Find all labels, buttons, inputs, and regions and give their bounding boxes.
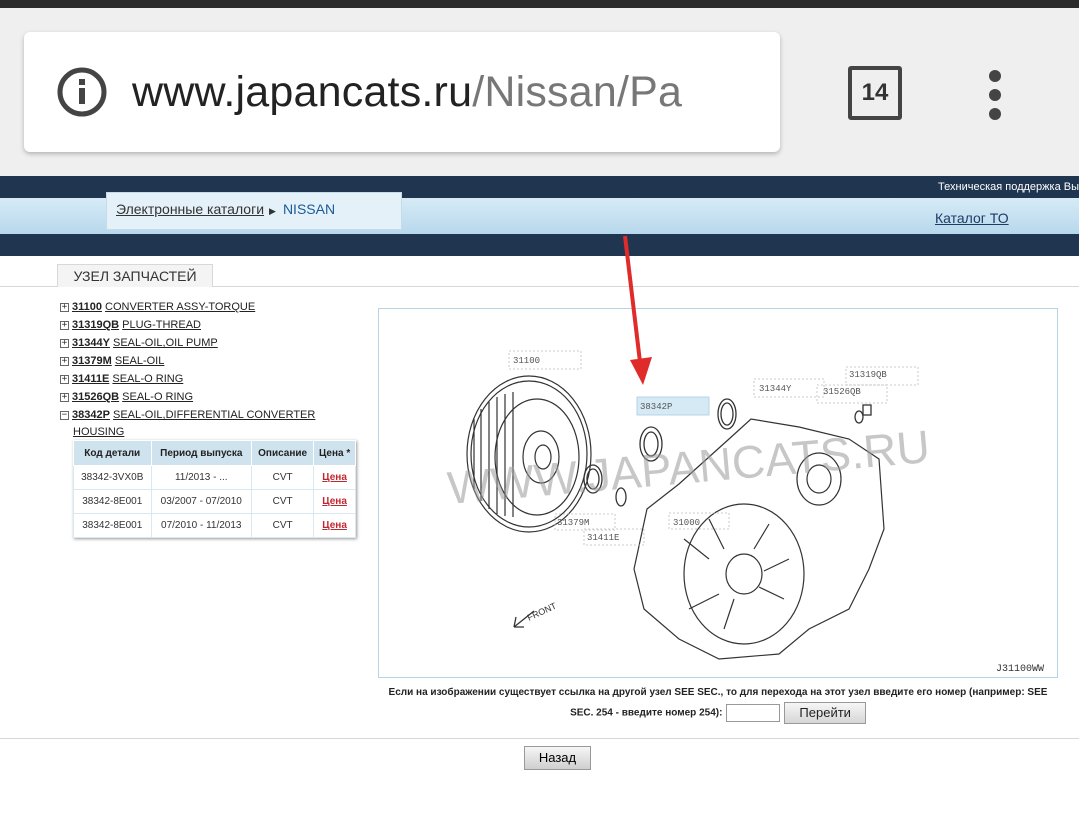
front-arrow-icon: FRONT: [513, 600, 559, 628]
col-header: Описание: [251, 440, 315, 466]
expand-icon[interactable]: +: [60, 356, 69, 366]
watermark: WWW.JAPANCATS.RU: [445, 420, 932, 514]
part-desc: CVT: [251, 513, 315, 538]
part-code: 38342-8E001: [73, 489, 152, 514]
label-31379m: 31379M: [557, 518, 589, 528]
label-31526qb: 31526QB: [823, 387, 861, 397]
parts-diagram[interactable]: 31100 38342P 31344Y 31319QB 31526QB 3137…: [378, 308, 1058, 678]
part-period: 07/2010 - 11/2013: [150, 513, 253, 538]
site-bottom-bar: [0, 234, 1079, 256]
status-bar: [0, 0, 1079, 8]
expand-icon[interactable]: +: [60, 302, 69, 312]
price-link[interactable]: Цена: [322, 520, 347, 531]
label-31411e: 31411E: [587, 533, 619, 543]
catalog-to-link[interactable]: Каталог ТО: [935, 210, 1009, 226]
url-host: www.japancats.ru: [132, 68, 473, 116]
table-row: 38342-8E001 03/2007 - 07/2010 CVT Цена: [73, 489, 356, 514]
col-header: Цена *: [313, 440, 356, 466]
tree-item-38342p-continued[interactable]: HOUSING: [60, 424, 315, 440]
tree-item-31411e[interactable]: +31411E SEAL-O RING: [60, 370, 315, 388]
part-desc: CVT: [251, 465, 315, 490]
url-path: /Nissan/Pa: [472, 68, 683, 116]
table-row: 38342-3VX0B 11/2013 - ... CVT Цена: [73, 465, 356, 490]
label-31319qb: 31319QB: [849, 370, 887, 380]
part-code: 38342-3VX0B: [73, 465, 152, 490]
overflow-menu-icon[interactable]: [985, 70, 1005, 130]
go-button[interactable]: Перейти: [784, 702, 866, 724]
part-code: 38342-8E001: [73, 513, 152, 538]
section-number-input[interactable]: [726, 704, 781, 722]
table-header-row: Код детали Период выпуска Описание Цена …: [73, 440, 356, 466]
label-31344y: 31344Y: [759, 384, 792, 394]
browser-chrome: www.japancats.ru/Nissan/Pa 14: [0, 8, 1079, 176]
expand-icon[interactable]: +: [60, 320, 69, 330]
tree-item-38342p[interactable]: −38342P SEAL-OIL,DIFFERENTIAL CONVERTER: [60, 406, 315, 424]
tree-item-31344y[interactable]: +31344Y SEAL-OIL,OIL PUMP: [60, 334, 315, 352]
part-period: 03/2007 - 07/2010: [150, 489, 253, 514]
part-period: 11/2013 - ...: [150, 465, 253, 490]
collapse-icon[interactable]: −: [60, 410, 69, 420]
diagram-code: J31100WW: [996, 664, 1044, 675]
see-sec-text: Если на изображении существует ссылка на…: [388, 687, 1048, 719]
label-31100: 31100: [513, 356, 540, 366]
tree-item-31379m[interactable]: +31379M SEAL-OIL: [60, 352, 315, 370]
expand-icon[interactable]: +: [60, 374, 69, 384]
diagram-svg: 31100 38342P 31344Y 31319QB 31526QB 3137…: [445, 350, 1044, 675]
col-header: Период выпуска: [150, 440, 253, 466]
expand-icon[interactable]: +: [60, 338, 69, 348]
back-button[interactable]: Назад: [524, 746, 591, 770]
breadcrumb-arrow-icon: ▶: [269, 206, 276, 216]
breadcrumb-catalogs-link[interactable]: Электронные каталоги: [116, 201, 264, 217]
tree-item-31319qb[interactable]: +31319QB PLUG-THREAD: [60, 316, 315, 334]
table-row: 38342-8E001 07/2010 - 11/2013 CVT Цена: [73, 513, 356, 538]
front-label: FRONT: [526, 600, 559, 622]
parts-tree: +31100 CONVERTER ASSY-TORQUE +31319QB PL…: [60, 298, 315, 440]
see-sec-form: Если на изображении существует ссылка на…: [380, 683, 1056, 724]
support-link[interactable]: Техническая поддержка Вы: [938, 181, 1079, 193]
label-38342p: 38342P: [640, 402, 672, 412]
col-header: Код детали: [73, 440, 152, 466]
expand-icon[interactable]: +: [60, 392, 69, 402]
url-text[interactable]: www.japancats.ru/Nissan/Pa: [132, 66, 682, 118]
tree-item-31526qb[interactable]: +31526QB SEAL-O RING: [60, 388, 315, 406]
price-link[interactable]: Цена: [322, 472, 347, 483]
footer-divider: [0, 738, 1079, 739]
price-link[interactable]: Цена: [322, 496, 347, 507]
parts-table: Код детали Период выпуска Описание Цена …: [73, 440, 356, 538]
section-tab: УЗЕЛ ЗАПЧАСТЕЙ: [57, 264, 213, 287]
info-icon[interactable]: [56, 66, 108, 118]
breadcrumb: Электронные каталоги ▶ NISSAN: [106, 192, 402, 230]
label-31000: 31000: [673, 518, 700, 528]
breadcrumb-brand: NISSAN: [282, 201, 336, 217]
address-bar[interactable]: www.japancats.ru/Nissan/Pa: [24, 32, 780, 152]
part-desc: CVT: [251, 489, 315, 514]
tree-item-31100[interactable]: +31100 CONVERTER ASSY-TORQUE: [60, 298, 315, 316]
tab-switcher-button[interactable]: 14: [848, 66, 902, 120]
